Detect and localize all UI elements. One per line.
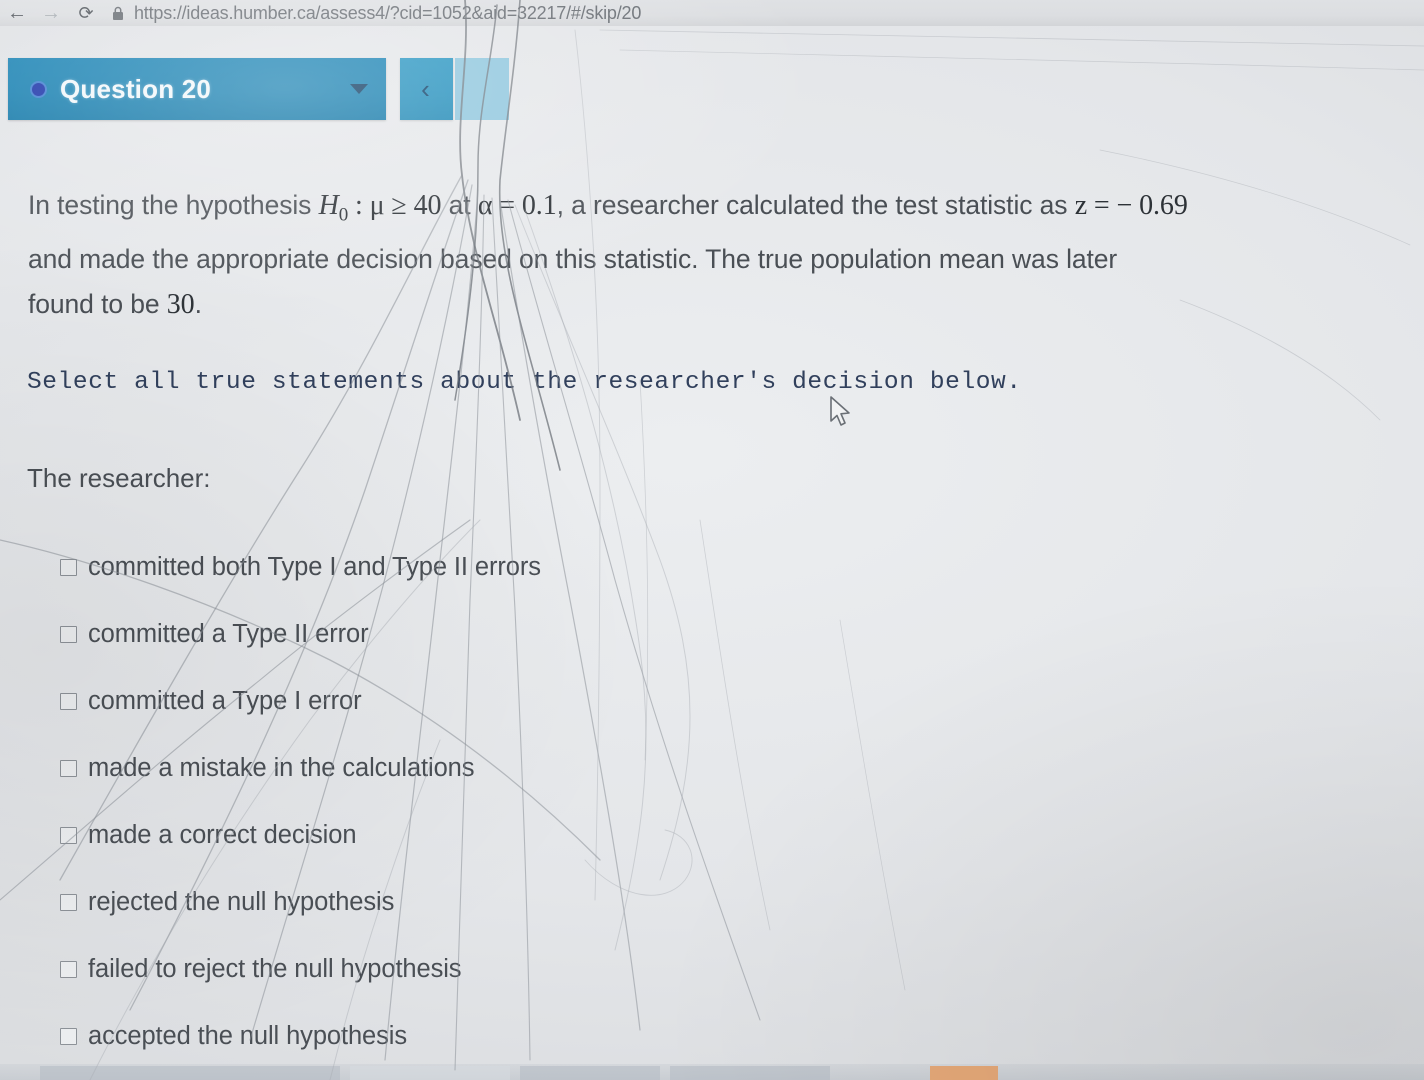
answer-option[interactable]: committed a Type I error [60, 668, 960, 735]
math-z-value: − 0.69 [1116, 189, 1188, 221]
taskbar-highlight-chip [930, 1066, 998, 1080]
forward-arrow-icon[interactable]: → [34, 0, 68, 26]
stem-part-5: . [194, 289, 202, 320]
chevron-down-icon[interactable] [350, 84, 368, 94]
question-stem-text: In testing the hypothesis H0 : μ ≥ 40 at… [28, 183, 1188, 328]
math-equals-1: = [492, 189, 522, 221]
answer-option[interactable]: committed both Type I and Type II errors [60, 534, 960, 601]
question-title-bar[interactable]: Question 20 [8, 58, 386, 120]
answer-option-label: failed to reject the null hypothesis [88, 955, 462, 983]
checkbox-icon[interactable] [60, 961, 77, 978]
checkbox-icon[interactable] [60, 894, 77, 911]
back-arrow-icon[interactable]: ← [0, 0, 34, 26]
checkbox-icon[interactable] [60, 827, 77, 844]
checkbox-icon[interactable] [60, 760, 77, 777]
stem-part-2: at [441, 189, 478, 220]
answer-option[interactable]: committed a Type II error [60, 601, 960, 668]
math-mu: μ [369, 189, 385, 221]
taskbar-window-chip [670, 1066, 830, 1080]
math-alpha-value: 0.1 [521, 189, 557, 221]
math-population-mean: 30 [166, 289, 195, 321]
checkbox-icon[interactable] [60, 1028, 77, 1045]
math-z: z [1074, 189, 1088, 221]
screen-surface: ← → ⟳ https://ideas.humber.ca/assess4/?c… [0, 0, 1424, 1080]
answer-option[interactable]: made a mistake in the calculations [60, 735, 960, 802]
browser-toolbar: ← → ⟳ https://ideas.humber.ca/assess4/?c… [0, 0, 1424, 26]
stem-part-3: , a researcher calculated the test stati… [556, 189, 1075, 220]
options-lead-in: The researcher: [27, 463, 211, 493]
taskbar-window-chip [520, 1066, 660, 1080]
answer-option-label: committed both Type I and Type II errors [88, 553, 541, 581]
answer-option-label: made a correct decision [88, 821, 357, 849]
mouse-pointer-icon [829, 396, 853, 430]
checkbox-icon[interactable] [60, 626, 77, 643]
math-h0: H0 [318, 189, 349, 226]
assessment-page: Question 20 ‹ In testing the hypothesis … [0, 26, 1424, 1080]
select-all-instruction: Select all true statements about the res… [27, 369, 1022, 396]
question-header: Question 20 ‹ [8, 58, 508, 120]
answer-option-label: committed a Type I error [88, 687, 362, 715]
answer-option-label: rejected the null hypothesis [88, 888, 395, 916]
desktop-taskbar [0, 1064, 1424, 1080]
taskbar-window-chip [40, 1066, 340, 1080]
question-status-dot [30, 80, 47, 98]
page-title: Question 20 [60, 73, 212, 104]
math-colon: : [348, 189, 370, 221]
question-stem: In testing the hypothesis H0 : μ ≥ 40 at… [28, 156, 1188, 354]
answer-option-label: accepted the null hypothesis [88, 1022, 408, 1050]
taskbar-window-chip [350, 1066, 510, 1080]
answer-option[interactable]: accepted the null hypothesis [60, 1003, 960, 1070]
checkbox-icon[interactable] [60, 559, 77, 576]
math-value-40: 40 [413, 189, 442, 221]
previous-question-button[interactable]: ‹ [400, 58, 453, 120]
lock-icon [112, 6, 124, 21]
math-greater-equal: ≥ [384, 189, 414, 221]
answer-option-label: committed a Type II error [88, 620, 369, 648]
math-equals-2: = [1087, 189, 1117, 221]
reload-icon[interactable]: ⟳ [68, 0, 104, 26]
answer-option[interactable]: rejected the null hypothesis [60, 869, 960, 936]
answer-option-label: made a mistake in the calculations [88, 754, 475, 782]
answer-options-list: committed both Type I and Type II errors… [60, 534, 960, 1070]
stem-part-1: In testing the hypothesis [28, 189, 319, 220]
checkbox-icon[interactable] [60, 693, 77, 710]
answer-option[interactable]: failed to reject the null hypothesis [60, 936, 960, 1003]
answer-option[interactable]: made a correct decision [60, 802, 960, 869]
address-bar-url[interactable]: https://ideas.humber.ca/assess4/?cid=105… [134, 3, 641, 24]
math-alpha: α [477, 189, 493, 221]
chevron-left-icon: ‹ [421, 74, 430, 104]
